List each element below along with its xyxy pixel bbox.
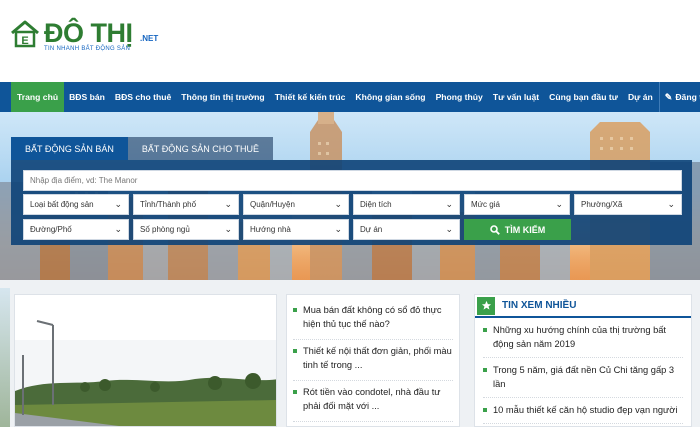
property-type-select[interactable]: Loại bất động sản ⌄ <box>23 194 129 215</box>
logo-suffix: .NET <box>140 34 159 43</box>
ward-select[interactable]: Phường/Xã ⌄ <box>574 194 682 215</box>
most-viewed-link[interactable]: Trong 5 năm, giá đất nền Củ Chi tăng gấp… <box>493 363 683 391</box>
page: E ĐÔ THỊ .NET TIN NHANH BẤT ĐỘNG SẢN Tra… <box>0 0 700 427</box>
nav-item-cung-ban-dau-tu[interactable]: Cùng bạn đầu tư <box>544 82 623 112</box>
search-button-label: TÌM KIẾM <box>504 224 546 235</box>
list-item[interactable]: Rót tiền vào condotel, nhà đầu tư phải đ… <box>293 381 453 422</box>
chevron-down-icon: ⌄ <box>445 199 453 209</box>
list-item[interactable]: Những xu hướng chính của thị trường bất … <box>483 318 683 358</box>
most-viewed-header: TIN XEM NHIỀU <box>475 295 691 318</box>
star-icon <box>477 296 495 315</box>
ward-value: Phường/Xã <box>581 200 623 209</box>
nav-item-phong-thuy[interactable]: Phong thủy <box>431 82 488 112</box>
property-type-value: Loại bất động sản <box>30 200 94 209</box>
list-item[interactable]: Trong 5 năm, giá đất nền Củ Chi tăng gấp… <box>483 358 683 398</box>
chevron-down-icon: ⌄ <box>667 199 675 209</box>
nav-item-du-an[interactable]: Dự án <box>623 82 658 112</box>
nav-item-tu-van-luat[interactable]: Tư vấn luật <box>488 82 544 112</box>
bullet-icon <box>483 368 487 372</box>
most-viewed-panel: TIN XEM NHIỀU Những xu hướng chính của t… <box>474 294 692 427</box>
list-item[interactable]: 10 mẫu thiết kế căn hộ studio đẹp vạn ng… <box>483 398 683 424</box>
tab-bds-ban[interactable]: BẤT ĐỘNG SẢN BÁN <box>11 137 128 160</box>
logo-tagline: TIN NHANH BẤT ĐỘNG SẢN <box>44 46 131 52</box>
tab-bds-cho-thue[interactable]: BẤT ĐỘNG SẢN CHO THUÊ <box>127 137 274 160</box>
nav-item-thong-tin-thi-truong[interactable]: Thông tin thị trường <box>176 82 269 112</box>
post-listing-label: Đăng tin <box>675 92 700 102</box>
district-value: Quận/Huyện <box>250 200 295 209</box>
nav-item-thiet-ke-kien-truc[interactable]: Thiết kế kiến trúc <box>270 82 351 112</box>
search-icon <box>489 224 500 235</box>
nav-item-home[interactable]: Trang chủ <box>11 82 65 112</box>
area-select[interactable]: Diện tích ⌄ <box>353 194 460 215</box>
street-select[interactable]: Đường/Phố ⌄ <box>23 219 129 240</box>
search-button[interactable]: TÌM KIẾM <box>464 219 571 240</box>
logo-wordmark: ĐÔ THỊ <box>44 18 133 48</box>
most-viewed-link[interactable]: Những xu hướng chính của thị trường bất … <box>493 323 683 351</box>
bullet-icon <box>293 308 297 312</box>
list-item[interactable]: Mua bán đất không có sổ đỏ thực hiện thủ… <box>293 299 453 340</box>
bullet-icon <box>483 408 487 412</box>
direction-value: Hướng nhà <box>250 225 291 234</box>
bullet-icon <box>483 328 487 332</box>
direction-select[interactable]: Hướng nhà ⌄ <box>243 219 349 240</box>
project-value: Dự án <box>360 225 383 234</box>
province-value: Tỉnh/Thành phố <box>140 200 197 209</box>
featured-photo <box>15 295 276 426</box>
district-select[interactable]: Quận/Huyện ⌄ <box>243 194 349 215</box>
search-panel: Nhập địa điểm, vd: The Manor Loại bất độ… <box>11 160 692 245</box>
chevron-down-icon: ⌄ <box>224 199 232 209</box>
chevron-down-icon: ⌄ <box>114 224 122 234</box>
news-link[interactable]: Mua bán đất không có sổ đỏ thực hiện thủ… <box>303 303 453 331</box>
location-search-input[interactable]: Nhập địa điểm, vd: The Manor <box>23 170 682 191</box>
chevron-down-icon: ⌄ <box>334 199 342 209</box>
featured-article-image[interactable] <box>14 294 277 427</box>
post-listing-button[interactable]: ✎ Đăng tin <box>658 82 700 112</box>
most-viewed-link[interactable]: 10 mẫu thiết kế căn hộ studio đẹp vạn ng… <box>493 403 677 417</box>
chevron-down-icon: ⌄ <box>334 224 342 234</box>
main-nav: Trang chủ BĐS bán BĐS cho thuê Thông tin… <box>0 82 700 112</box>
price-value: Mức giá <box>471 200 500 209</box>
chevron-down-icon: ⌄ <box>445 224 453 234</box>
chevron-down-icon: ⌄ <box>555 199 563 209</box>
price-select[interactable]: Mức giá ⌄ <box>464 194 570 215</box>
bedrooms-select[interactable]: Số phòng ngủ ⌄ <box>133 219 239 240</box>
project-select[interactable]: Dự án ⌄ <box>353 219 460 240</box>
bullet-icon <box>293 390 297 394</box>
news-link[interactable]: Thiết kế nội thất đơn giản, phối màu tin… <box>303 344 453 372</box>
list-item[interactable]: Thiết kế nội thất đơn giản, phối màu tin… <box>293 340 453 381</box>
chevron-down-icon: ⌄ <box>114 199 122 209</box>
content-area: Mua bán đất không có sổ đỏ thực hiện thủ… <box>0 280 700 427</box>
side-thumbnail-image[interactable] <box>0 288 10 427</box>
site-header: E ĐÔ THỊ .NET TIN NHANH BẤT ĐỘNG SẢN <box>0 0 700 82</box>
search-tabs: BẤT ĐỘNG SẢN BÁN BẤT ĐỘNG SẢN CHO THUÊ <box>11 137 274 160</box>
nav-item-bds-ban[interactable]: BĐS bán <box>64 82 110 112</box>
most-viewed-title: TIN XEM NHIỀU <box>502 300 577 311</box>
chevron-down-icon: ⌄ <box>224 224 232 234</box>
pencil-icon: ✎ <box>664 91 673 102</box>
site-logo[interactable]: E ĐÔ THỊ .NET TIN NHANH BẤT ĐỘNG SẢN <box>10 18 158 52</box>
news-list: Mua bán đất không có sổ đỏ thực hiện thủ… <box>286 294 460 427</box>
news-link[interactable]: Rót tiền vào condotel, nhà đầu tư phải đ… <box>303 385 453 413</box>
nav-item-bds-cho-thue[interactable]: BĐS cho thuê <box>110 82 176 112</box>
svg-text:E: E <box>21 35 28 47</box>
bedrooms-value: Số phòng ngủ <box>140 225 190 234</box>
nav-item-khong-gian-song[interactable]: Không gian sống <box>350 82 430 112</box>
province-select[interactable]: Tỉnh/Thành phố ⌄ <box>133 194 239 215</box>
house-logo-icon: E <box>11 20 39 48</box>
area-value: Diện tích <box>360 200 392 209</box>
bullet-icon <box>293 349 297 353</box>
street-value: Đường/Phố <box>30 225 72 234</box>
